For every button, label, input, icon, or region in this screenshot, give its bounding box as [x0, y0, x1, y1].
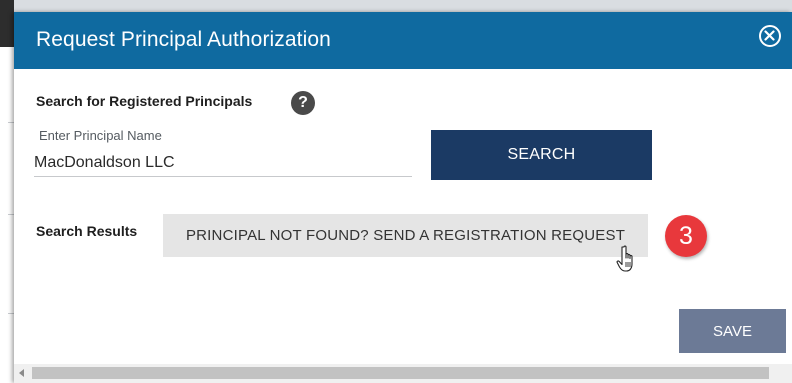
scrollbar-thumb[interactable]	[32, 367, 769, 379]
search-results-label: Search Results	[36, 223, 138, 239]
background-top-bar	[0, 0, 14, 47]
step-badge: 3	[665, 215, 707, 257]
dialog-header: Request Principal Authorization	[14, 12, 792, 69]
principal-name-input[interactable]	[34, 150, 412, 177]
close-circle-icon[interactable]	[759, 25, 781, 47]
scroll-left-arrow-icon[interactable]	[19, 369, 24, 377]
question-circle-icon[interactable]: ?	[291, 91, 315, 115]
principal-name-label: Enter Principal Name	[39, 128, 162, 143]
horizontal-scrollbar[interactable]	[14, 364, 792, 383]
save-button[interactable]: SAVE	[679, 309, 786, 353]
send-registration-request-button[interactable]: PRINCIPAL NOT FOUND? SEND A REGISTRATION…	[163, 214, 648, 257]
dialog-title: Request Principal Authorization	[36, 28, 331, 51]
request-principal-dialog: Request Principal Authorization Search f…	[14, 12, 792, 383]
search-button[interactable]: SEARCH	[431, 130, 652, 180]
background-page	[0, 0, 14, 383]
search-section-label: Search for Registered Principals	[36, 93, 253, 109]
principal-name-field: Enter Principal Name	[34, 125, 414, 186]
hand-cursor-icon	[616, 245, 633, 272]
screen: Request Principal Authorization Search f…	[0, 0, 792, 383]
